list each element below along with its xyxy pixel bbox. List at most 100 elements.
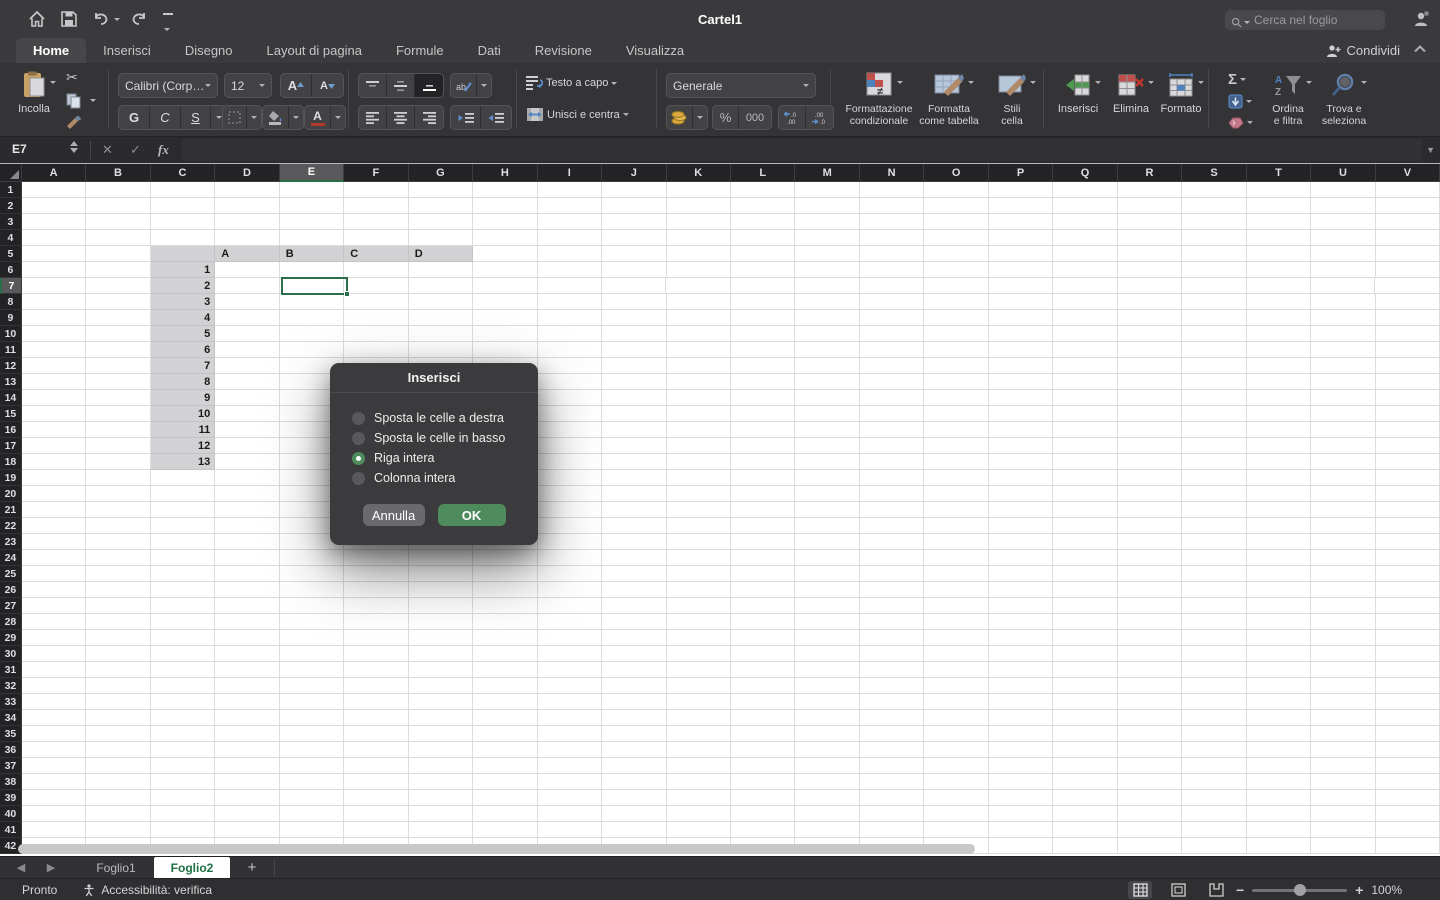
cell-D21[interactable] [215,502,279,518]
cell-U25[interactable] [1311,566,1375,582]
cell-D40[interactable] [215,806,279,822]
cell-N15[interactable] [860,406,924,422]
cell-R27[interactable] [1118,598,1182,614]
cell-O7[interactable] [924,278,988,294]
cell-U41[interactable] [1311,822,1375,838]
align-top-button[interactable] [359,74,387,97]
orientation-icon[interactable]: ab [451,74,477,97]
cell-U40[interactable] [1311,806,1375,822]
cell-K4[interactable] [667,230,731,246]
cell-N11[interactable] [860,342,924,358]
cell-O13[interactable] [924,374,988,390]
cell-D1[interactable] [215,182,279,198]
cell-A35[interactable] [22,726,86,742]
cell-L9[interactable] [731,310,795,326]
cell-B19[interactable] [86,470,150,486]
cell-I30[interactable] [538,646,602,662]
cell-V24[interactable] [1376,550,1440,566]
cell-P27[interactable] [989,598,1053,614]
cell-B38[interactable] [86,774,150,790]
cell-M28[interactable] [795,614,859,630]
cell-M4[interactable] [795,230,859,246]
row-header-9[interactable]: 9 [0,310,22,326]
row-header-40[interactable]: 40 [0,806,22,822]
cell-A31[interactable] [22,662,86,678]
cell-K40[interactable] [667,806,731,822]
cell-Q24[interactable] [1053,550,1117,566]
cell-M32[interactable] [795,678,859,694]
align-left-button[interactable] [359,106,387,129]
cell-H40[interactable] [473,806,537,822]
cell-P38[interactable] [989,774,1053,790]
cell-G8[interactable] [409,294,473,310]
cell-R28[interactable] [1118,614,1182,630]
cell-S18[interactable] [1182,454,1246,470]
cell-Q2[interactable] [1053,198,1117,214]
cell-L17[interactable] [731,438,795,454]
cell-B13[interactable] [86,374,150,390]
cell-S32[interactable] [1182,678,1246,694]
cell-R29[interactable] [1118,630,1182,646]
cell-R26[interactable] [1118,582,1182,598]
cell-E32[interactable] [280,678,344,694]
cell-E40[interactable] [280,806,344,822]
cell-S22[interactable] [1182,518,1246,534]
row-header-38[interactable]: 38 [0,774,22,790]
cell-P5[interactable] [989,246,1053,262]
cell-P16[interactable] [989,422,1053,438]
cell-J10[interactable] [602,326,666,342]
tab-dati[interactable]: Dati [461,38,518,63]
cell-I39[interactable] [538,790,602,806]
cell-Q29[interactable] [1053,630,1117,646]
column-header-A[interactable]: A [22,164,86,182]
delete-cells-button[interactable]: Elimina [1108,69,1154,131]
cell-S35[interactable] [1182,726,1246,742]
cell-O33[interactable] [924,694,988,710]
cell-K7[interactable] [666,278,730,294]
active-cell-selection[interactable] [281,277,348,295]
row-header-6[interactable]: 6 [0,262,22,278]
cell-Q6[interactable] [1053,262,1117,278]
cell-F39[interactable] [344,790,408,806]
cell-P37[interactable] [989,758,1053,774]
borders-icon[interactable] [223,106,247,129]
cell-J4[interactable] [602,230,666,246]
cell-J8[interactable] [602,294,666,310]
cell-M26[interactable] [795,582,859,598]
cell-Q12[interactable] [1053,358,1117,374]
cell-L14[interactable] [731,390,795,406]
fill-color-icon[interactable] [263,106,289,129]
cell-J9[interactable] [602,310,666,326]
cell-S41[interactable] [1182,822,1246,838]
decrease-decimal-button[interactable]: .00.0 [806,106,833,129]
cell-C31[interactable] [151,662,215,678]
cell-C35[interactable] [151,726,215,742]
row-header-21[interactable]: 21 [0,502,22,518]
cell-A12[interactable] [22,358,86,374]
cell-P19[interactable] [989,470,1053,486]
cell-R40[interactable] [1118,806,1182,822]
cell-O3[interactable] [924,214,988,230]
cell-U18[interactable] [1311,454,1375,470]
cell-A21[interactable] [22,502,86,518]
cell-Q32[interactable] [1053,678,1117,694]
cell-S36[interactable] [1182,742,1246,758]
cell-V20[interactable] [1376,486,1440,502]
cell-D33[interactable] [215,694,279,710]
cell-L37[interactable] [731,758,795,774]
cell-N29[interactable] [860,630,924,646]
cell-G11[interactable] [409,342,473,358]
cell-B16[interactable] [86,422,150,438]
cell-R25[interactable] [1118,566,1182,582]
cell-U21[interactable] [1311,502,1375,518]
cell-R24[interactable] [1118,550,1182,566]
cell-M9[interactable] [795,310,859,326]
cell-N31[interactable] [860,662,924,678]
underline-button[interactable]: S [181,106,211,129]
cell-C41[interactable] [151,822,215,838]
cell-K41[interactable] [667,822,731,838]
cell-P13[interactable] [989,374,1053,390]
cell-G26[interactable] [409,582,473,598]
cell-Q36[interactable] [1053,742,1117,758]
autosum-button[interactable]: Σ [1228,71,1246,88]
